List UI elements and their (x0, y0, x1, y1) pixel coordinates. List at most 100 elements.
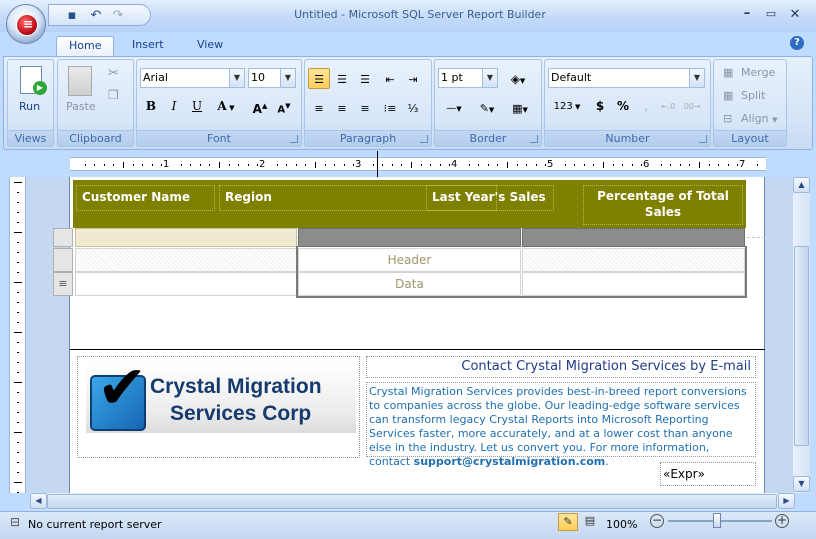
align-middle-icon[interactable]: ☰ (331, 68, 353, 89)
paste-button[interactable]: Paste (66, 100, 96, 113)
vertical-scroll-thumb[interactable] (794, 246, 809, 446)
tab-insert[interactable]: Insert (120, 36, 176, 56)
border-dialog-launcher-icon[interactable] (530, 135, 538, 143)
italic-icon[interactable]: I (163, 95, 185, 116)
ruler-tick (689, 164, 691, 166)
zoom-out-icon[interactable]: − (650, 514, 664, 528)
scroll-left-icon[interactable]: ◀ (30, 493, 47, 509)
font-color-icon[interactable]: A ▼ (211, 95, 241, 116)
scroll-right-icon[interactable]: ▶ (778, 493, 795, 509)
ruler-tick (142, 164, 144, 166)
expression-textbox[interactable]: «Expr» (660, 462, 756, 486)
preview-view-icon[interactable]: ▤ (580, 513, 600, 531)
chevron-down-icon: ▼ (280, 69, 295, 87)
shrink-font-icon[interactable]: A▼ (273, 95, 295, 116)
header-customer-name[interactable]: Customer Name (76, 185, 215, 211)
grow-font-icon[interactable]: A▲ (249, 95, 271, 116)
currency-button[interactable]: $ (589, 95, 611, 116)
bullets-icon[interactable]: ⁝≡ (379, 97, 401, 118)
help-icon[interactable]: ? (790, 36, 804, 50)
scroll-down-icon[interactable]: ▼ (793, 476, 810, 492)
page-header-band[interactable]: Customer Name Region Last Year's Sales P… (73, 180, 746, 228)
font-dialog-launcher-icon[interactable] (290, 135, 298, 143)
zoom-in-icon[interactable]: + (775, 514, 789, 528)
tablix-column-handle[interactable] (522, 228, 745, 247)
decrease-indent-icon[interactable]: ⇤ (379, 68, 401, 89)
save-icon[interactable]: ▪ (63, 8, 81, 24)
underline-icon[interactable]: U (186, 95, 208, 116)
quick-access-toolbar: ▪ ↶ ↷ (48, 4, 151, 26)
tablix-row-handle[interactable]: ≡ (53, 272, 73, 296)
scroll-up-icon[interactable]: ▲ (793, 177, 810, 193)
tablix-row-handle[interactable] (53, 248, 73, 272)
redo-icon[interactable]: ↷ (109, 8, 127, 24)
ruler-tick (17, 262, 19, 263)
borders-icon[interactable]: ▦▼ (505, 97, 535, 118)
ruler-tick (382, 164, 384, 166)
ruler-tick (353, 164, 355, 166)
decrease-decimal-icon[interactable]: .00→ (680, 95, 702, 116)
undo-icon[interactable]: ↶ (87, 8, 105, 24)
number-dialog-launcher-icon[interactable] (699, 135, 707, 143)
increase-indent-icon[interactable]: ⇥ (402, 68, 424, 89)
comma-icon[interactable]: , (635, 95, 657, 116)
ruler-tick (487, 164, 489, 166)
ruler-tick (247, 164, 249, 166)
border-width-select[interactable]: 1 pt ▼ (438, 68, 498, 88)
tablix-column-handle[interactable] (298, 228, 521, 247)
ruler-tick (17, 422, 19, 423)
split-button[interactable]: Split (741, 89, 765, 102)
align-bottom-icon[interactable]: ☰ (354, 68, 376, 89)
run-button[interactable]: Run (19, 100, 40, 113)
support-email[interactable]: support@crystalmigration.com (414, 455, 606, 468)
tablix-cell[interactable] (75, 248, 297, 272)
numbering-icon[interactable]: ⅓ (402, 97, 424, 118)
tab-view[interactable]: View (185, 36, 235, 56)
bold-icon[interactable]: B (140, 95, 162, 116)
merge-button[interactable]: Merge (741, 66, 775, 79)
font-size-select[interactable]: 10 ▼ (248, 68, 296, 88)
design-view-icon[interactable]: ✎ (558, 513, 578, 531)
ruler-tick (612, 164, 614, 166)
close-button[interactable]: ✕ (785, 7, 805, 23)
header-last-years-sales[interactable]: Last Year's Sales (426, 185, 554, 211)
tablix-corner-handle[interactable] (53, 228, 73, 247)
cut-icon[interactable]: ✂ (108, 66, 119, 81)
ruler-tick (17, 302, 19, 303)
fill-color-icon[interactable]: ◈▼ (503, 68, 533, 89)
number-group: Default ▼ 123 ▼ $ % , ←.0 .00→ Number (544, 59, 711, 147)
maximize-button[interactable]: ▭ (761, 7, 781, 23)
minimize-button[interactable]: – (737, 6, 757, 22)
horizontal-scroll-thumb[interactable] (47, 494, 777, 509)
font-family-select[interactable]: Arial ▼ (140, 68, 245, 88)
tablix-cell[interactable] (75, 272, 297, 296)
number-format-select[interactable]: Default ▼ (548, 68, 705, 88)
align-button[interactable]: Align ▼ (741, 112, 777, 125)
placeholder-format-button[interactable]: 123 ▼ (548, 95, 586, 116)
percent-button[interactable]: % (612, 95, 634, 116)
align-top-icon[interactable]: ☰ (308, 68, 330, 89)
header-percentage-of-total-sales[interactable]: Percentage of Total Sales (583, 185, 743, 225)
copy-icon[interactable]: ❐ (108, 88, 119, 102)
border-style-icon[interactable]: —▼ (438, 97, 470, 118)
contact-link[interactable]: Contact Crystal Migration Services by E-… (366, 356, 756, 378)
ruler-marker[interactable] (377, 151, 378, 177)
align-left-icon[interactable]: ≡ (308, 97, 330, 118)
align-center-icon[interactable]: ≡ (331, 97, 353, 118)
ruler-tick (17, 492, 19, 493)
ruler-tick (17, 442, 19, 443)
ruler-tick (564, 164, 566, 166)
tab-home[interactable]: Home (56, 36, 115, 56)
paragraph-dialog-launcher-icon[interactable] (420, 135, 428, 143)
company-description[interactable]: Crystal Migration Services provides best… (366, 382, 756, 468)
increase-decimal-icon[interactable]: ←.0 (657, 95, 679, 116)
ruler-tick (113, 164, 115, 166)
application-button[interactable]: ≡ (6, 4, 46, 44)
border-color-icon[interactable]: ✎▼ (472, 97, 502, 118)
layout-group: ▦ Merge ▦ Split ⊟ Align ▼ Layout (713, 59, 787, 147)
align-right-icon[interactable]: ≡ (354, 97, 376, 118)
zoom-slider-thumb[interactable] (713, 513, 721, 528)
tablix-column-handle[interactable] (75, 228, 297, 247)
ruler-tick (17, 322, 19, 323)
ruler-tick (14, 332, 22, 333)
